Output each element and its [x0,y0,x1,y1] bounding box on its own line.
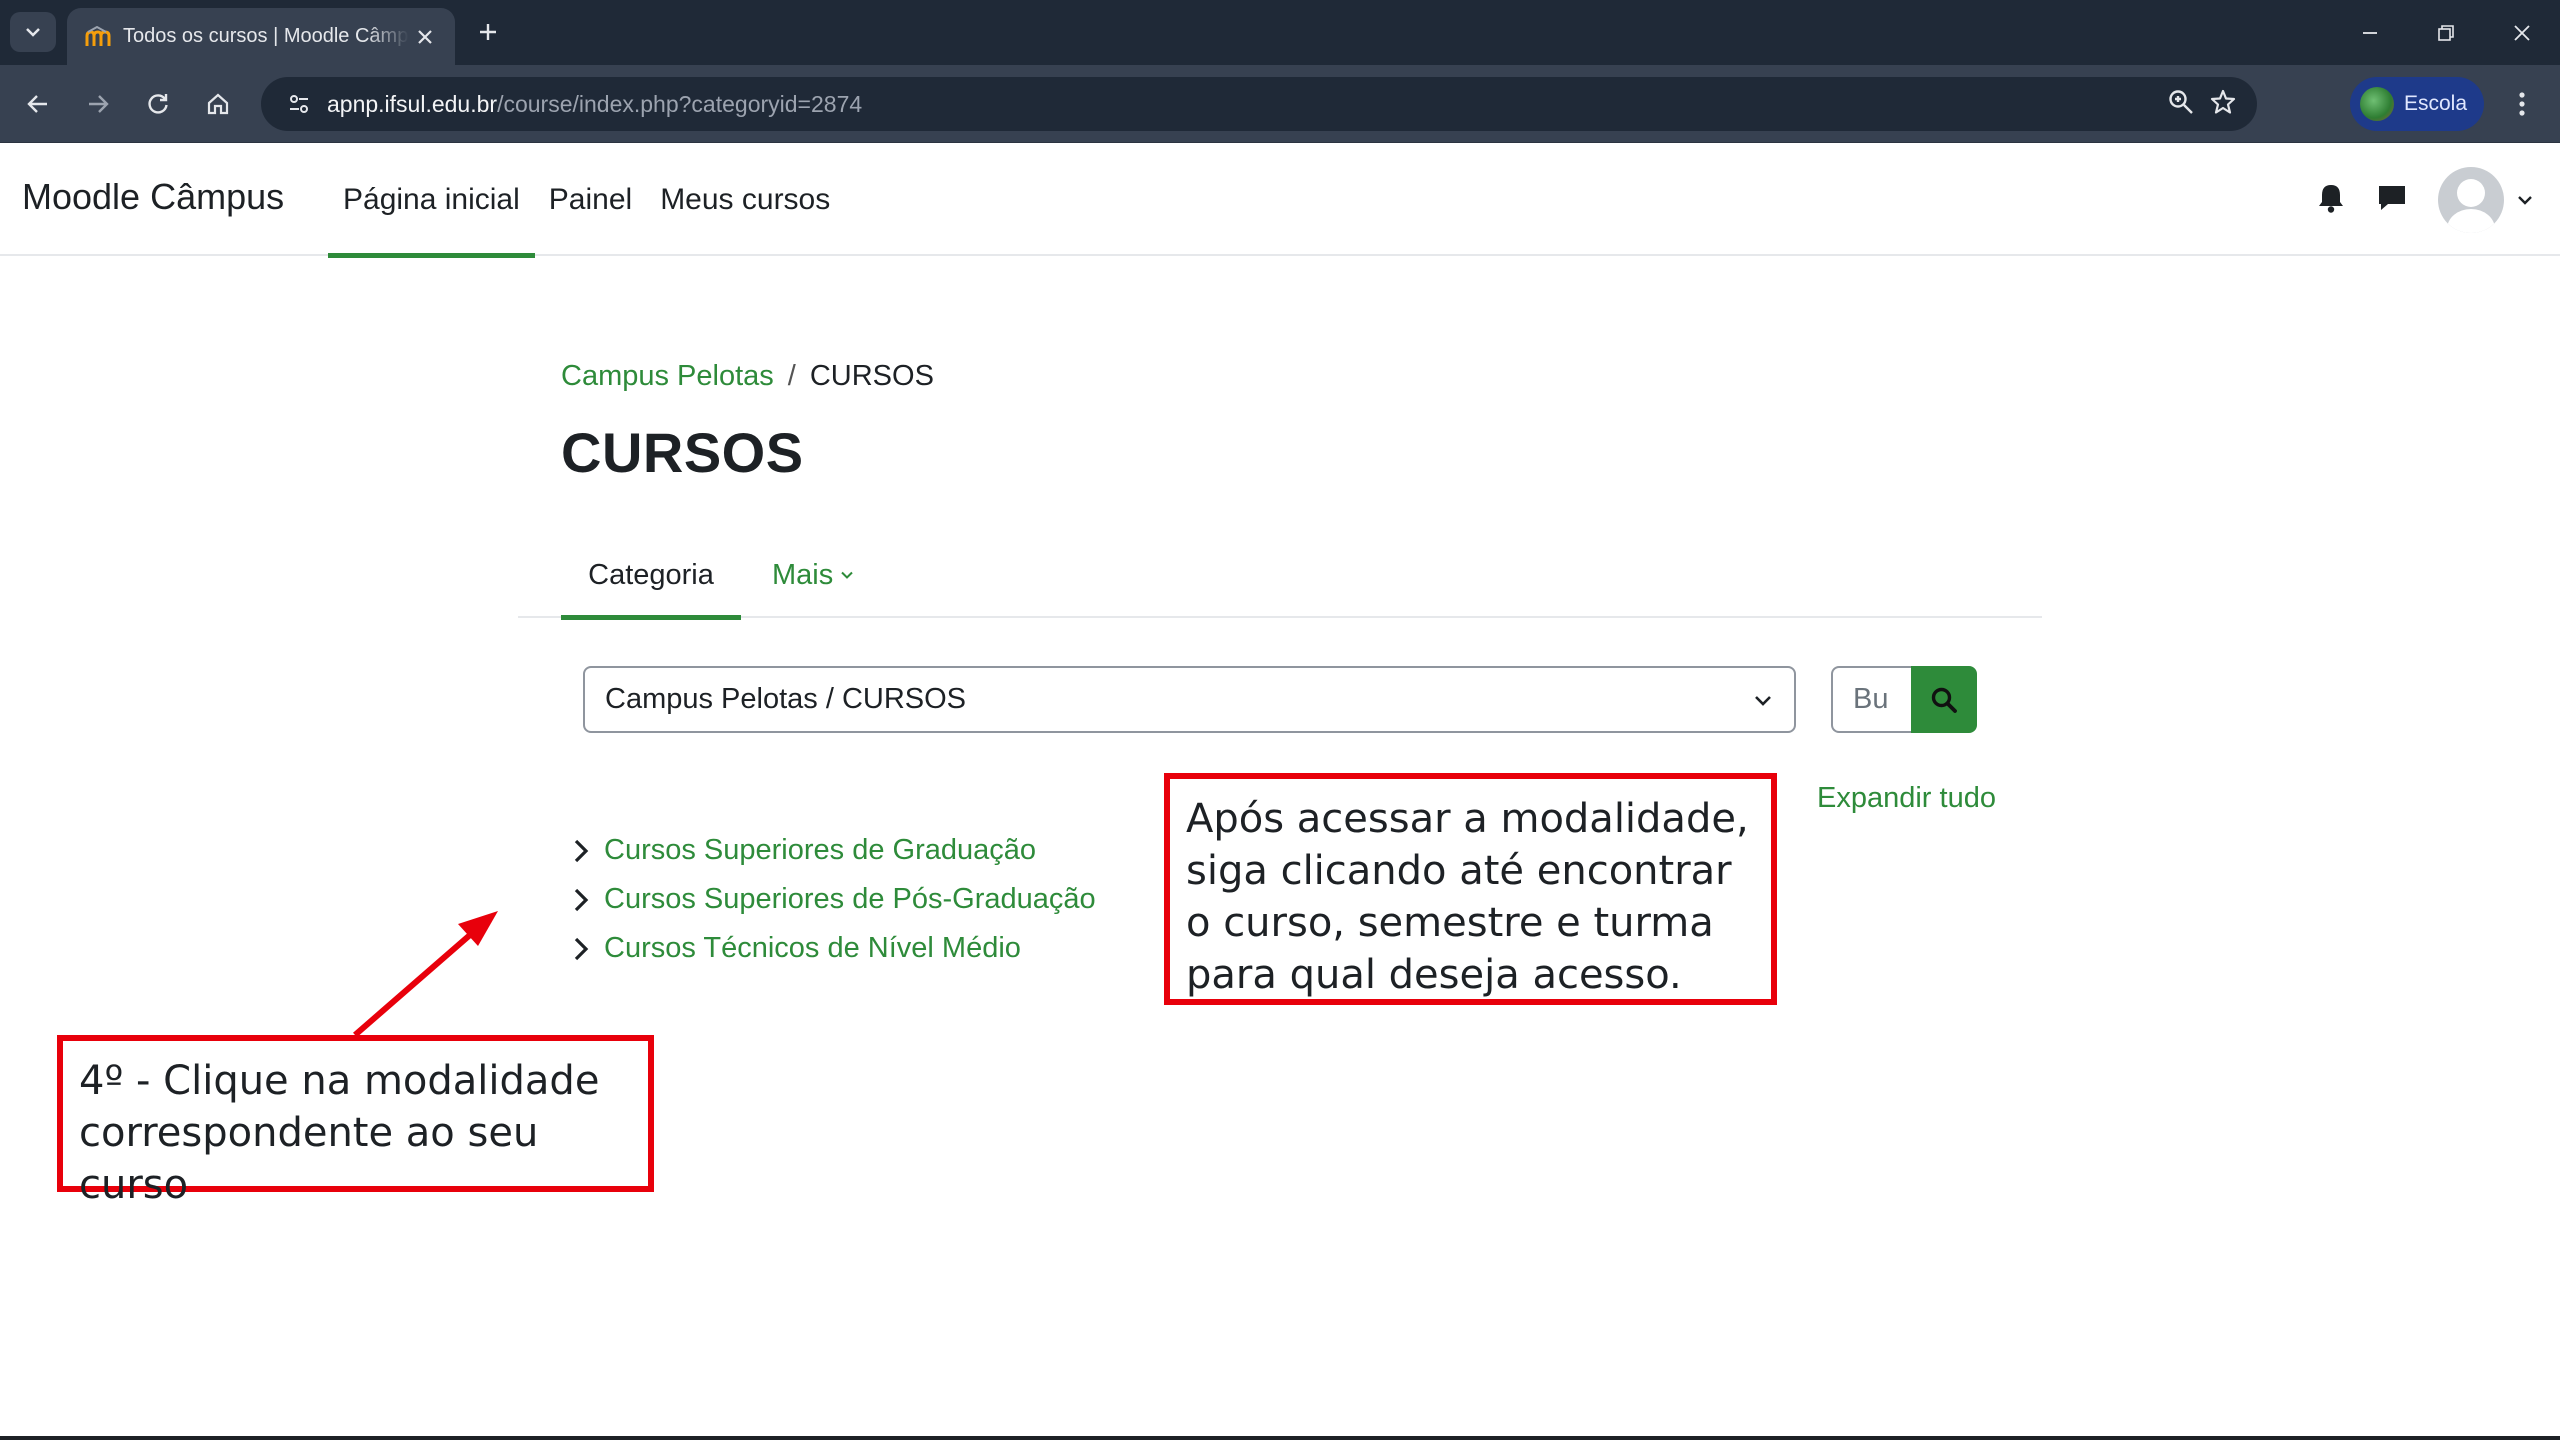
browser-menu-button[interactable] [2502,84,2542,124]
moodle-navbar: Moodle Câmpus Página inicial Painel Meus… [0,143,2560,258]
breadcrumb-link-campus[interactable]: Campus Pelotas [561,360,774,393]
search-icon [1931,687,1957,713]
user-avatar [2438,167,2504,233]
bookmark-star-icon[interactable] [2209,88,2237,121]
tab-search-button[interactable] [10,12,56,52]
browser-tab-title: Todos os cursos | Moodle Câmpus [123,25,409,47]
site-info-icon[interactable] [281,86,317,122]
plus-icon [480,24,496,40]
secondary-navigation: Categoria Mais [518,532,2042,620]
back-button[interactable] [18,84,58,124]
category-item-tecnicos[interactable]: Cursos Técnicos de Nível Médio [570,924,1096,973]
url-path: /course/index.php?categoryid=2874 [497,90,863,117]
browser-profile-button[interactable]: Escola [2350,77,2484,131]
tab-more[interactable]: Mais [772,532,855,618]
category-item-pos-graduacao[interactable]: Cursos Superiores de Pós-Graduação [570,875,1096,924]
chevron-right-icon[interactable] [570,834,604,868]
minimize-button[interactable] [2332,0,2408,65]
primary-navigation: Página inicial Painel Meus cursos [328,143,844,258]
minimize-icon [2363,31,2377,34]
url-text: apnp.ifsul.edu.br/course/index.php?categ… [327,91,2167,118]
restore-icon [2438,24,2454,41]
chevron-right-icon[interactable] [570,883,604,917]
breadcrumb-separator: / [787,360,796,392]
close-icon [2514,24,2530,41]
tab-more-label: Mais [772,558,834,591]
category-link[interactable]: Cursos Superiores de Pós-Graduação [604,883,1096,916]
course-search-button[interactable] [1911,666,1977,733]
course-search-input[interactable]: Bu [1831,666,1911,733]
course-search: Bu [1831,666,1977,733]
bottom-border [0,1436,2560,1440]
category-list: Cursos Superiores de Graduação Cursos Su… [570,826,1096,973]
nav-item-dashboard[interactable]: Painel [535,143,646,256]
chevron-down-icon [26,28,40,37]
moodle-favicon-icon [83,22,113,52]
messages-chat-icon[interactable] [2376,183,2408,218]
notifications-bell-icon[interactable] [2316,182,2346,219]
profile-avatar [2360,87,2394,121]
close-tab-icon[interactable] [409,21,441,53]
zoom-icon[interactable] [2167,88,2195,121]
browser-tab-active[interactable]: Todos os cursos | Moodle Câmpus [67,8,455,65]
new-tab-button[interactable] [470,14,506,50]
home-icon [207,93,229,115]
category-link[interactable]: Cursos Superiores de Graduação [604,834,1036,867]
expand-all-link[interactable]: Expandir tudo [1817,782,1996,815]
page-title: CURSOS [561,421,804,484]
breadcrumb: Campus Pelotas / CURSOS [561,360,934,393]
forward-button[interactable] [78,84,118,124]
annotation-step-4: 4º - Clique na modalidade correspondente… [57,1035,654,1208]
tab-category[interactable]: Categoria [561,532,741,620]
close-window-button[interactable] [2484,0,2560,65]
profile-label: Escola [2404,92,2468,115]
more-vertical-icon [2519,92,2525,116]
nav-item-my-courses[interactable]: Meus cursos [646,143,844,256]
navbar-user-area [2316,165,2534,235]
category-select-value: Campus Pelotas / CURSOS [605,683,967,715]
restore-button[interactable] [2408,0,2484,65]
category-select[interactable]: Campus Pelotas / CURSOS [583,666,1796,733]
annotation-hint: Após acessar a modalidade, siga clicando… [1164,773,1777,1005]
browser-toolbar: apnp.ifsul.edu.br/course/index.php?categ… [0,65,2560,143]
user-menu-toggle[interactable] [2438,167,2534,233]
arrow-right-icon [89,95,109,113]
window-controls [2332,0,2560,65]
reload-button[interactable] [138,84,178,124]
url-host: apnp.ifsul.edu.br [327,90,498,117]
home-button[interactable] [198,84,238,124]
breadcrumb-current: CURSOS [809,360,934,392]
nav-item-home[interactable]: Página inicial [328,143,535,258]
category-item-graduacao[interactable]: Cursos Superiores de Graduação [570,826,1096,875]
site-brand[interactable]: Moodle Câmpus [22,176,284,218]
chevron-down-icon [841,571,853,579]
chevron-down-icon [1755,695,1771,706]
category-link[interactable]: Cursos Técnicos de Nível Médio [604,932,1021,965]
address-bar[interactable]: apnp.ifsul.edu.br/course/index.php?categ… [261,77,2257,131]
chevron-down-icon [2518,196,2532,205]
chevron-right-icon[interactable] [570,932,604,966]
reload-icon [148,94,168,114]
arrow-left-icon [27,95,47,113]
browser-tabstrip: Todos os cursos | Moodle Câmpus [0,0,2560,65]
